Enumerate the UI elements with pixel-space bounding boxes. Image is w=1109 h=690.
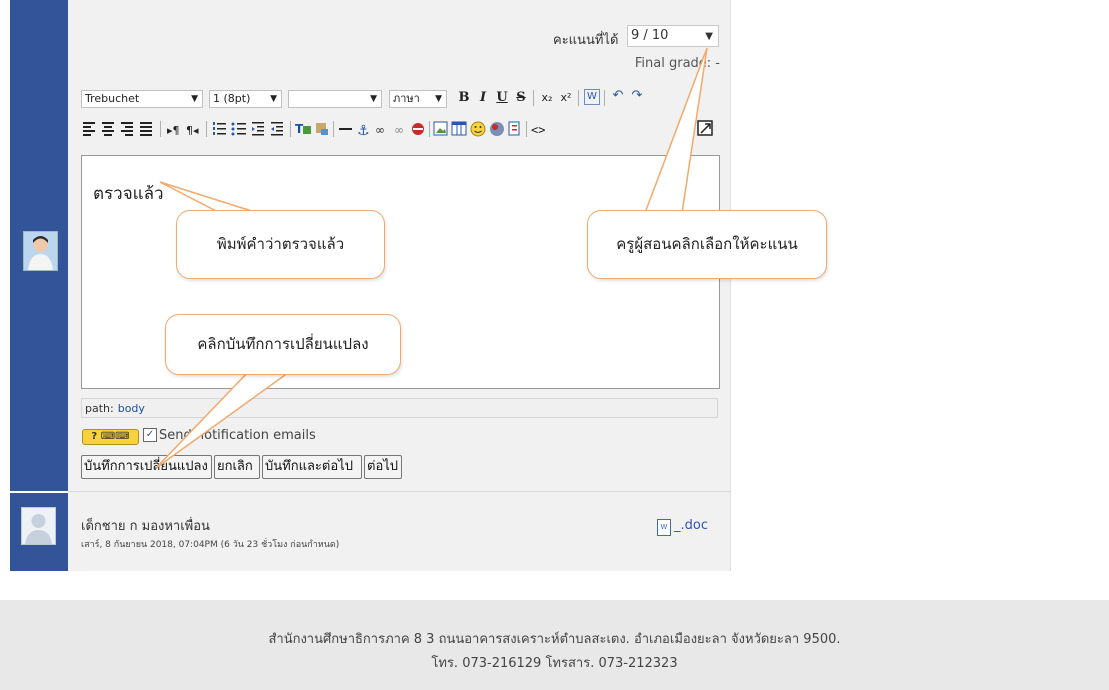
toolbar-separator — [604, 90, 605, 106]
final-grade-text: Final grade: - — [634, 56, 720, 71]
submission-time: เสาร์, 8 กันยายน 2018, 07:04PM (6 วัน 23… — [81, 540, 340, 550]
toolbar-separator — [578, 90, 579, 106]
cancel-button[interactable]: ยกเลิก — [214, 455, 260, 479]
submitted-file-link[interactable]: _.doc — [674, 518, 708, 533]
font-size-value: 1 (8pt) — [213, 92, 251, 105]
student-name[interactable]: เด็กชาย ก มองหาเพื่อน — [81, 515, 210, 536]
svg-text:∞: ∞ — [375, 123, 385, 137]
smiley-icon[interactable] — [470, 121, 486, 137]
horizontal-rule-icon[interactable] — [339, 128, 352, 130]
word-document-icon: W — [657, 519, 671, 536]
bold-button[interactable]: B — [455, 89, 473, 107]
grade-label: คะแนนที่ได้ — [553, 33, 619, 48]
superscript-button[interactable]: x² — [557, 89, 575, 107]
chevron-down-icon: ▼ — [191, 94, 198, 104]
callout-type-checked: พิมพ์คำว่าตรวจแล้ว — [176, 210, 385, 279]
footer-contact: โทร. 073-216129 โทรสาร. 073-212323 — [431, 656, 678, 671]
help-keyboard-icon[interactable]: ? ⌨⌨ — [82, 429, 139, 445]
anchor-icon[interactable]: ⚓ — [357, 123, 370, 139]
student-avatar — [21, 507, 56, 545]
font-family-value: Trebuchet — [85, 92, 140, 105]
callout-teacher-select-grade: ครูผู้สอนคลิกเลือกให้คะแนน — [587, 210, 827, 279]
link-icon[interactable]: ∞ — [375, 123, 385, 137]
next-button[interactable]: ต่อไป — [364, 455, 402, 479]
rtl-icon[interactable]: ¶◂ — [186, 124, 199, 137]
unordered-list-icon[interactable] — [231, 122, 247, 136]
align-right-icon[interactable] — [121, 122, 133, 136]
search-replace-icon[interactable] — [508, 121, 520, 136]
fullscreen-icon[interactable] — [697, 120, 713, 136]
table-icon[interactable] — [451, 121, 467, 136]
paste-word-button[interactable]: W — [584, 89, 600, 105]
image-icon[interactable] — [433, 121, 448, 136]
grade-value: 9 / 10 — [631, 28, 669, 43]
text-color-icon[interactable]: T — [295, 122, 311, 136]
chevron-down-icon: ▼ — [370, 94, 377, 104]
align-center-icon[interactable] — [102, 122, 114, 136]
italic-button[interactable]: I — [474, 89, 492, 107]
row-divider — [68, 491, 731, 492]
align-left-icon[interactable] — [83, 122, 95, 136]
undo-button[interactable]: ↶ — [609, 87, 627, 105]
svg-text:▸¶: ▸¶ — [167, 124, 180, 137]
language-value: ภาษา — [393, 92, 420, 105]
html-source-icon[interactable]: <> — [531, 123, 545, 137]
special-char-icon[interactable] — [490, 122, 504, 136]
justify-icon[interactable] — [140, 122, 152, 136]
formatting-toolbar: ▸¶ ¶◂ T ⚓ ∞ ∞ <> — [81, 118, 721, 142]
chevron-down-icon: ▼ — [705, 31, 713, 42]
chevron-down-icon: ▼ — [435, 94, 442, 104]
footer-address: สำนักงานศึกษาธิการภาค 8 3 ถนนอาคารสงเครา… — [268, 632, 841, 647]
background-color-icon[interactable] — [316, 123, 328, 135]
left-sidebar-strip — [10, 0, 68, 571]
svg-text:<>: <> — [531, 123, 545, 137]
chevron-down-icon: ▼ — [270, 94, 277, 104]
redo-button[interactable]: ↷ — [628, 87, 646, 105]
font-family-select[interactable]: Trebuchet ▼ — [81, 90, 203, 108]
send-notification-checkbox[interactable]: ✓ — [143, 428, 157, 442]
language-select[interactable]: ภาษา ▼ — [389, 90, 447, 108]
ltr-icon[interactable]: ▸¶ — [167, 124, 180, 137]
teacher-avatar — [23, 231, 58, 271]
send-notification-label: Send notification emails — [159, 428, 316, 443]
grade-select[interactable]: 9 / 10 ▼ — [627, 25, 719, 47]
strikethrough-button[interactable]: S — [512, 89, 530, 107]
heading-select[interactable]: ▼ — [288, 90, 382, 108]
svg-text:¶◂: ¶◂ — [186, 124, 199, 137]
ordered-list-icon[interactable] — [213, 122, 226, 135]
unlink-icon[interactable]: ∞ — [394, 123, 404, 137]
nolink-icon[interactable] — [412, 123, 424, 135]
outdent-icon[interactable] — [252, 122, 264, 136]
subscript-button[interactable]: x₂ — [538, 89, 556, 107]
path-label: path: — [85, 402, 114, 415]
svg-text:∞: ∞ — [394, 123, 404, 137]
editor-path-bar: path: body — [81, 398, 718, 418]
editor-content[interactable]: ตรวจแล้ว — [93, 180, 164, 207]
svg-text:T: T — [295, 122, 304, 136]
underline-button[interactable]: U — [493, 89, 511, 107]
sidebar-divider — [10, 491, 68, 493]
save-and-next-button[interactable]: บันทึกและต่อไป — [262, 455, 362, 479]
font-size-select[interactable]: 1 (8pt) ▼ — [209, 90, 282, 108]
save-changes-button[interactable]: บันทึกการเปลี่ยนแปลง — [81, 455, 212, 479]
path-value-link[interactable]: body — [118, 402, 145, 415]
callout-click-save: คลิกบันทึกการเปลี่ยนแปลง — [165, 314, 401, 375]
svg-text:⚓: ⚓ — [357, 123, 370, 139]
indent-icon[interactable] — [271, 122, 283, 136]
toolbar-separator — [533, 90, 534, 106]
